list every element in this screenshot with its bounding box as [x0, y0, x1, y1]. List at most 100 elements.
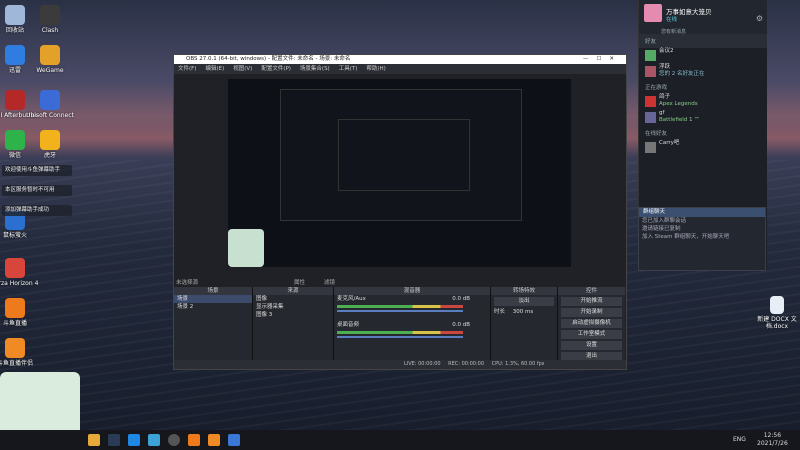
friend-status: Apex Legends [659, 101, 698, 107]
browser-icon[interactable] [148, 434, 160, 446]
desktop-icon[interactable]: 虎牙 [20, 130, 80, 159]
friend-item[interactable]: Carry吧 [639, 140, 767, 156]
friend-status: 您的 2 名好友正在 [659, 71, 705, 77]
file-explorer-icon[interactable] [88, 434, 100, 446]
avatar [645, 142, 656, 153]
controls-panel: 控件 开始推流 开始录制 启动虚拟摄像机 工作室模式 设置 退出 [558, 287, 625, 367]
control-button[interactable]: 开始录制 [561, 308, 622, 317]
desktop-icon-label: 斗鱼直播伴侣 [0, 360, 33, 367]
document-icon [770, 296, 784, 314]
avatar [645, 50, 656, 61]
app-icon[interactable] [228, 434, 240, 446]
control-button[interactable]: 工作室模式 [561, 330, 622, 339]
track-db: 0.0 dB [452, 296, 470, 302]
mixer-meter-area [334, 303, 490, 313]
obs-statusbar: LIVE: 00:00:00 REC: 00:00:00 CPU: 1.3%, … [174, 360, 626, 369]
docx-file-icon[interactable]: 新建 DOCX 文档.docx [755, 296, 799, 330]
obs-icon[interactable] [168, 434, 180, 446]
notification-toast[interactable]: 欢迎使用斗鱼弹幕助手 [2, 165, 72, 176]
control-button[interactable]: 开始推流 [561, 297, 622, 306]
menu-item[interactable]: 文件(F) [178, 66, 196, 72]
obs-menubar: 文件(F) 编辑(E) 视图(V) 配置文件(P) 场景集合(S) 工具(T) 帮助(H) [174, 64, 626, 74]
douyu-helper-icon[interactable] [208, 434, 220, 446]
duration-row: 时长 300 ms [491, 308, 557, 316]
control-buttons: 开始推流 开始录制 启动虚拟摄像机 工作室模式 设置 退出 [558, 297, 625, 361]
desktop-icon-label: Forza Horizon 4 [0, 280, 39, 287]
mixer-track: 麦克风/Aux 0.0 dB [334, 295, 490, 303]
scene-item[interactable]: 场景 2 [174, 303, 252, 311]
source-item[interactable]: 图像 [253, 295, 333, 303]
desktop-icon-label: WeGame [36, 67, 64, 74]
menu-item[interactable]: 场景集合(S) [300, 66, 330, 72]
volume-slider[interactable] [337, 336, 463, 338]
gear-icon[interactable]: ⚙ [756, 14, 763, 23]
control-button[interactable]: 设置 [561, 341, 622, 350]
desktop-icon[interactable]: 斗鱼直播伴侣 [0, 338, 45, 367]
desktop-icon[interactable]: Forza Horizon 4 [0, 258, 45, 287]
window-controls[interactable]: —☐✕ [583, 55, 622, 64]
avatar[interactable] [644, 4, 662, 22]
menu-item[interactable]: 编辑(E) [205, 66, 224, 72]
friend-item[interactable]: gf Battlefield 1 ™ [639, 110, 767, 126]
chat-title[interactable]: 群组聊天 [639, 208, 765, 217]
steam-group-chat[interactable]: 群组聊天 您已加入群聊会话 邀请链接已复制 加入 Steam 群组聊天，开始聊天… [638, 207, 766, 271]
notification-text: 本区服务暂时不可用 [5, 187, 55, 193]
source-item[interactable]: 显示器采集 [253, 303, 333, 311]
menu-item[interactable]: 帮助(H) [366, 66, 385, 72]
clock[interactable]: 12:56 2021/7/26 [757, 432, 788, 448]
filters-button[interactable]: 滤镜 [324, 278, 335, 286]
steam-icon[interactable] [108, 434, 120, 446]
control-button[interactable]: 启动虚拟摄像机 [561, 319, 622, 328]
obs-window[interactable]: OBS 27.0.1 (64-bit, windows) - 配置文件: 未命名… [173, 54, 627, 370]
volume-slider[interactable] [337, 310, 463, 312]
friend-item[interactable]: 会议2 [639, 48, 767, 64]
notification-toast[interactable]: 添加弹幕助手成功 [2, 205, 72, 216]
obs-titlebar[interactable]: OBS 27.0.1 (64-bit, windows) - 配置文件: 未命名… [174, 55, 626, 64]
track-name: 桌面音频 [337, 322, 360, 328]
notification-toast[interactable]: 本区服务暂时不可用 [2, 185, 72, 196]
desktop-icon[interactable]: 斗鱼直播 [0, 298, 45, 327]
avatar [645, 96, 656, 107]
no-source-label: 未选择源 [176, 280, 199, 286]
track-name: 麦克风/Aux [337, 296, 366, 302]
menu-item[interactable]: 工具(T) [339, 66, 358, 72]
chat-line: 您已加入群聊会话 [642, 218, 687, 224]
obs-preview[interactable] [228, 79, 571, 267]
volume-meter [337, 331, 463, 334]
app-icon [5, 258, 25, 278]
duration-input[interactable]: 300 ms [513, 309, 533, 315]
app-icon [40, 130, 60, 150]
chat-banner[interactable]: 您有新消息 [661, 28, 686, 35]
source-item[interactable]: 图像 3 [253, 311, 333, 319]
friend-item[interactable]: 浮跃 您的 2 名好友正在 [639, 64, 767, 80]
anime-avatar-widget[interactable] [0, 372, 80, 430]
transitions-panel: 转场特效 淡出 时长 300 ms [491, 287, 558, 367]
sources-header: 来源 [253, 287, 333, 295]
desktop-icon[interactable]: WeGame [20, 45, 80, 74]
friend-name: gf [659, 110, 665, 116]
volume-meter [337, 305, 463, 308]
scene-item[interactable]: 场景 [174, 295, 252, 303]
duration-label: 时长 [494, 309, 506, 315]
menu-item[interactable]: 视图(V) [233, 66, 252, 72]
properties-button[interactable]: 属性 [294, 278, 305, 286]
section-in-game: 正在游戏 [645, 85, 668, 91]
scenes-header: 场景 [174, 287, 252, 295]
avatar [645, 112, 656, 123]
desktop-icon-label: 鼠标萤火 [2, 232, 27, 239]
section-online: 在线好友 [645, 131, 668, 137]
desktop-icon[interactable]: Clash [20, 5, 80, 34]
controls-header: 控件 [558, 287, 625, 295]
mixer-panel: 混音器 麦克风/Aux 0.0 dB 桌面音频 0.0 dB [334, 287, 491, 367]
rec-status: REC: 00:00:00 [448, 361, 485, 367]
language-indicator[interactable]: ENG [733, 436, 746, 443]
menu-item[interactable]: 配置文件(P) [261, 66, 291, 72]
app-icon[interactable] [128, 434, 140, 446]
douyu-icon[interactable] [188, 434, 200, 446]
taskbar: ENG 12:56 2021/7/26 [0, 430, 800, 450]
transition-select[interactable]: 淡出 [494, 297, 554, 306]
friend-item[interactable]: 鸽子 Apex Legends [639, 94, 767, 110]
friend-name: 鸽子 [659, 94, 671, 100]
desktop-icon[interactable]: Ubisoft Connect [20, 90, 80, 119]
desktop-icon-label: Clash [41, 27, 59, 34]
